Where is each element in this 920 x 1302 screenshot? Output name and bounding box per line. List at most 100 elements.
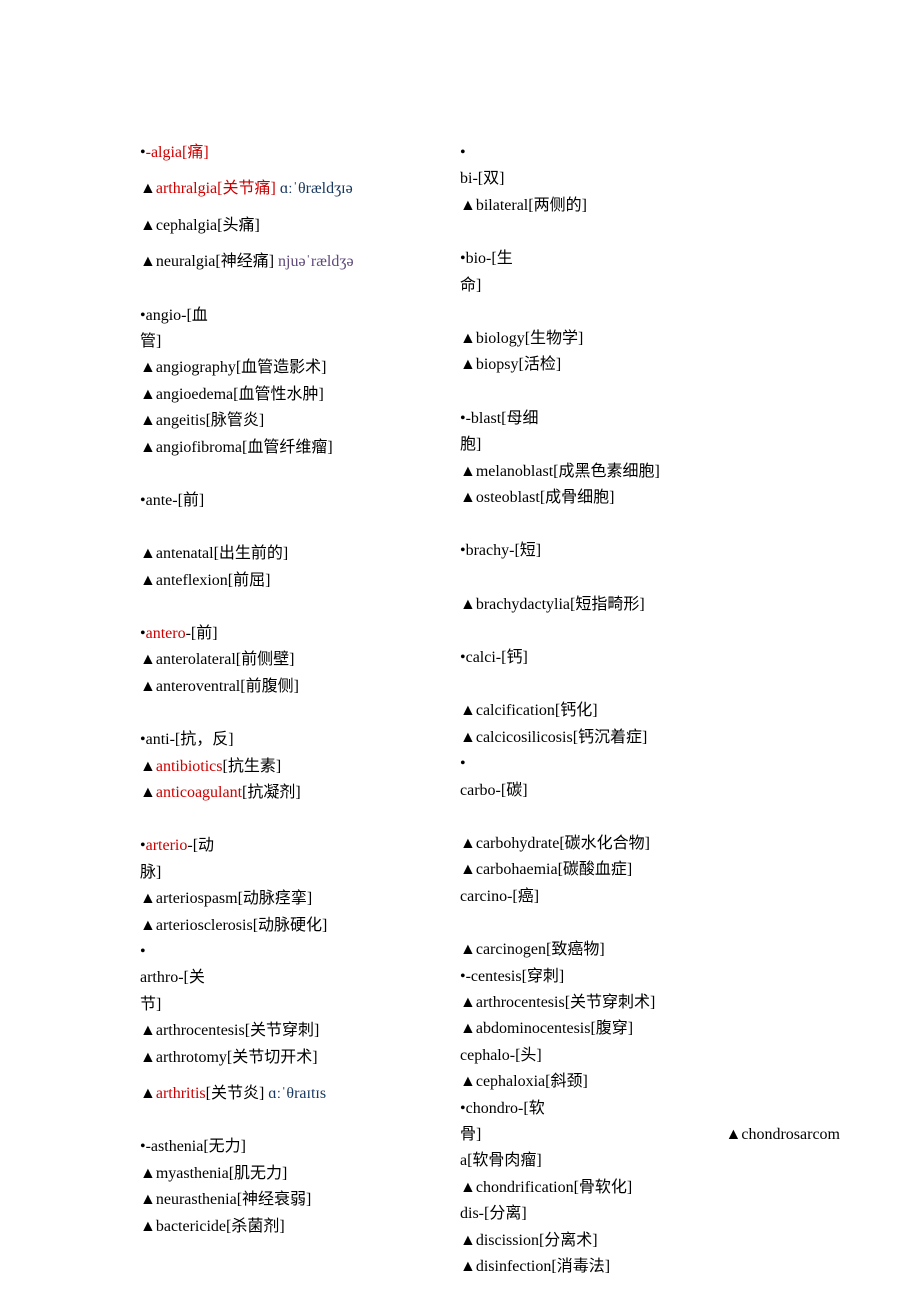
text-segment: -[前] (186, 625, 218, 642)
text-segment: ɑːˈθraɪtɪs (268, 1085, 326, 1102)
text-line: ▲arthrotomy[关节切开术] (140, 1045, 460, 1071)
text-line: ▲angeitis[脉管炎] (140, 408, 460, 434)
text-segment: arthritis (156, 1085, 206, 1102)
text-line: ▲anteflexion[前屈] (140, 568, 460, 594)
text-segment: anticoagulant (156, 784, 242, 801)
text-line: ▲calcification[钙化] (460, 698, 840, 724)
text-segment: [抗凝剂] (242, 784, 301, 801)
text-line: ▲arthrocentesis[关节穿刺术] (460, 990, 840, 1016)
blank-line (460, 618, 840, 645)
text-line: • (460, 140, 840, 166)
text-segment: arterio (146, 837, 188, 854)
text-line: a[软骨肉瘤] (460, 1148, 840, 1174)
text-line: ▲carcinogen[致癌物] (460, 937, 840, 963)
text-line: ▲arthritis[关节炎] ɑːˈθraɪtɪs (140, 1081, 460, 1107)
text-segment: arthralgia[关节痛] (156, 180, 280, 197)
text-line: •bio-[生 (460, 246, 840, 272)
text-line: ▲discission[分离术] (460, 1228, 840, 1254)
text-line: •antero-[前] (140, 621, 460, 647)
blank-line (140, 1107, 460, 1134)
text-line: cephalo-[头] (460, 1043, 840, 1069)
text-segment: ▲ (140, 758, 156, 775)
text-line: ▲biopsy[活检] (460, 352, 840, 378)
text-line: • (460, 751, 840, 777)
text-line: ▲antenatal[出生前的] (140, 541, 460, 567)
text-segment: ▲ (140, 180, 156, 197)
text-segment: ▲ (140, 784, 156, 801)
text-segment: ▲ (140, 1085, 156, 1102)
text-line: •arterio-[动 (140, 833, 460, 859)
text-segment: njuəˈrældʒə (278, 253, 354, 270)
blank-line-small (140, 203, 460, 213)
text-segment: antero (146, 625, 186, 642)
text-line: ▲bilateral[两侧的] (460, 193, 840, 219)
text-line: 管] (140, 329, 460, 355)
text-line: ▲cephaloxia[斜颈] (460, 1069, 840, 1095)
text-line: ▲chondrification[骨软化] (460, 1175, 840, 1201)
blank-line-small (140, 166, 460, 176)
blank-line (140, 514, 460, 541)
text-line: •anti-[抗，反] (140, 727, 460, 753)
text-line: ▲abdominocentesis[腹穿] (460, 1016, 840, 1042)
text-line: ▲biology[生物学] (460, 326, 840, 352)
blank-line (460, 671, 840, 698)
text-line: ▲carbohydrate[碳水化合物] (460, 831, 840, 857)
blank-line (140, 806, 460, 833)
text-segment: ▲neuralgia[神经痛] (140, 253, 278, 270)
text-line: ▲angioedema[血管性水肿] (140, 382, 460, 408)
text-line: ▲disinfection[消毒法] (460, 1254, 840, 1280)
blank-line (460, 804, 840, 831)
blank-line (140, 594, 460, 621)
text-segment: antibiotics (156, 758, 223, 775)
document-page: •-algia[痛]▲arthralgia[关节痛] ɑːˈθrældʒɪə▲c… (0, 0, 920, 1280)
text-line: •chondro-[软 (460, 1096, 840, 1122)
text-line: dis-[分离] (460, 1201, 840, 1227)
text-line: ▲arthralgia[关节痛] ɑːˈθrældʒɪə (140, 176, 460, 202)
blank-line (140, 700, 460, 727)
text-segment: ɑːˈθrældʒɪə (280, 180, 353, 197)
text-line: ▲bactericide[杀菌剂] (140, 1214, 460, 1240)
text-line: arthro-[关 (140, 965, 460, 991)
text-line: ▲angiography[血管造影术] (140, 355, 460, 381)
text-line: bi-[双] (460, 166, 840, 192)
text-line: ▲osteoblast[成骨细胞] (460, 485, 840, 511)
text-line: ▲melanoblast[成黑色素细胞] (460, 459, 840, 485)
text-line: ▲arteriosclerosis[动脉硬化] (140, 913, 460, 939)
text-line: 节] (140, 992, 460, 1018)
text-line: ▲carbohaemia[碳酸血症] (460, 857, 840, 883)
text-line: ▲cephalgia[头痛] (140, 213, 460, 239)
text-line: •-blast[母细 (460, 406, 840, 432)
text-line: ▲calcicosilicosis[钙沉着症] (460, 725, 840, 751)
text-line: carbo-[碳] (460, 778, 840, 804)
text-line: ▲brachydactylia[短指畸形] (460, 592, 840, 618)
text-line: 胞] (460, 432, 840, 458)
column-left: •-algia[痛]▲arthralgia[关节痛] ɑːˈθrældʒɪə▲c… (140, 140, 460, 1280)
text-line: •-asthenia[无力] (140, 1134, 460, 1160)
text-segment: -algia[痛] (146, 144, 209, 161)
text-line-wrapped: 骨]▲chondrosarcom (460, 1122, 840, 1148)
text-segment: [抗生素] (223, 758, 282, 775)
text-line: • (140, 939, 460, 965)
blank-line (460, 910, 840, 937)
blank-line (460, 379, 840, 406)
text-line: ▲arteriospasm[动脉痉挛] (140, 886, 460, 912)
blank-line (140, 461, 460, 488)
blank-line (140, 276, 460, 303)
blank-line (460, 511, 840, 538)
text-line: •-algia[痛] (140, 140, 460, 166)
text-line: 命] (460, 273, 840, 299)
blank-line (460, 565, 840, 592)
column-right: •bi-[双]▲bilateral[两侧的]•bio-[生命]▲biology[… (460, 140, 840, 1280)
text-line: ▲anticoagulant[抗凝剂] (140, 780, 460, 806)
text-line: ▲myasthenia[肌无力] (140, 1161, 460, 1187)
text-line: ▲antibiotics[抗生素] (140, 754, 460, 780)
blank-line-small (140, 1071, 460, 1081)
blank-line-small (140, 239, 460, 249)
text-line: ▲anteroventral[前腹侧] (140, 674, 460, 700)
text-line: ▲anterolateral[前侧壁] (140, 647, 460, 673)
text-line: •angio-[血 (140, 303, 460, 329)
text-segment: [关节炎] (206, 1085, 269, 1102)
text-line: •brachy-[短] (460, 538, 840, 564)
text-segment: ▲chondrosarcom (726, 1122, 840, 1148)
text-line: 脉] (140, 860, 460, 886)
